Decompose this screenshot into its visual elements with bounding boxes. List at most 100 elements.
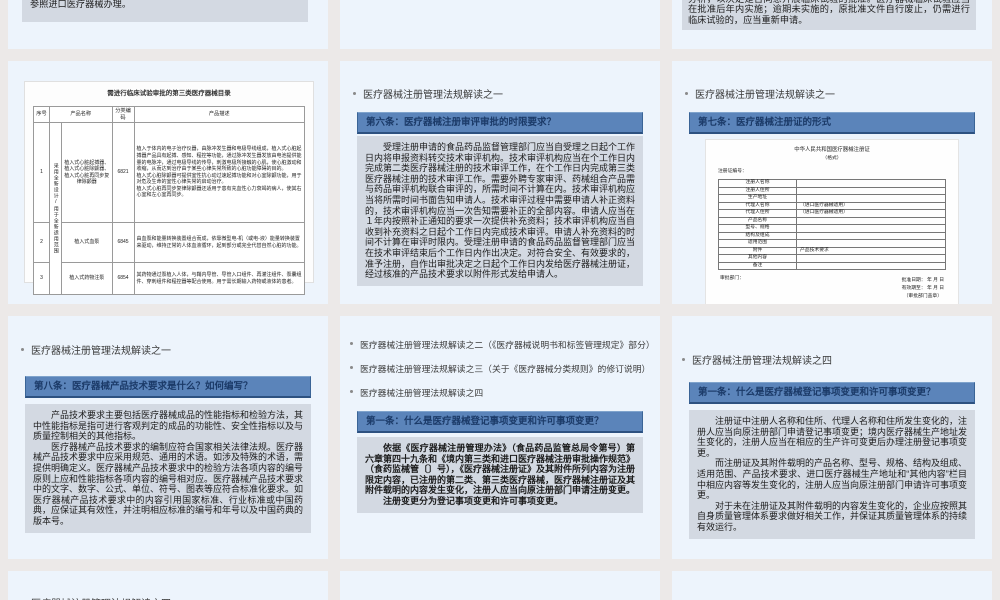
col-header-name: 产品名称 [49,105,113,124]
cell-name: 植入式药物注泵 [61,262,113,296]
slide-12-partial [672,571,992,600]
form-value [796,254,946,263]
certificate-table: 注册人名称 注册人住所 生产地址 代理人名称 （进口医疗器械适用） 代理人住所 （进… [718,179,946,270]
form-value [796,231,946,240]
form-value: 产品技术要求 [796,246,946,255]
body-paragraph: 受理注册申请的食品药品监督管理部门应当自受理之日起个工作日内将申报资料转交技术审… [365,142,636,280]
body-box: 产品技术要求主要包括医疗器械成品的性能指标和检验方法，其中性能指标是指可进行客观… [25,404,311,533]
col-header-desc: 产品描述 [133,105,305,124]
form-value [796,224,946,233]
slide-3-partial: 分析，以决定是否同意开展临床试验的批准。医疗器械临床试验应当在批准后年内实施；逾… [672,0,992,49]
bullet-icon [350,342,353,345]
form-label: 结构及组成 [718,231,797,240]
form-row: 代理人住所 （进口医疗器械适用） [718,209,946,218]
form-row: 结构及组成 [718,231,946,240]
body-box: 参照进口医疗器械办理。 [22,0,308,22]
certificate-number-label: 注册证编号： [718,169,747,174]
section-header-bar: 第一条：什么是医疗器械登记事项变更和许可事项变更？ [357,411,643,433]
form-label: 代理人住所 [718,209,797,218]
slide-title: 医疗器械注册管理法规解读之一 [685,86,992,101]
bullet-icon [682,358,685,361]
certificate-dates: 批准日期： 年 月 日 有效期至： 年 月 日 （审批部门盖章） [902,276,944,300]
form-row: 适用范围 [718,239,946,248]
section-header-text: 第一条：什么是医疗器械登记事项变更和许可事项变更？ [366,416,604,427]
body-paragraph: 分析，以决定是否同意开展临床试验的批准。医疗器械临床试验应当在批准后年内实施；逾… [688,0,970,26]
bullet-icon [21,348,24,351]
certificate-footer: 审批部门： 批准日期： 年 月 日 有效期至： 年 月 日 （审批部门盖章） [718,276,946,300]
form-label: 生产地址 [718,194,797,203]
cell-desc: 其药物通过泵植入人体，与鞘内导管、导管入口组件、再灌注组件、泵囊组件、穿刺组件和… [133,262,305,296]
form-value [796,261,946,270]
slide-grid: 参照进口医疗器械办理。 分析，以决定是否同意开展临床试验的批准。医疗器械临床试验… [8,0,992,600]
cell-code: 6854 [111,262,135,296]
form-value [796,216,946,225]
form-row: 代理人名称 （进口医疗器械适用） [718,201,946,210]
form-value [796,186,946,195]
catalog-title: 需进行临床试验审批的第三类医疗器械目录 [107,90,231,97]
form-row: 型号、规格 [718,224,946,233]
body-paragraph: 注册证中注册人名称和住所、代理人名称和住所发生变化的，注册人应当向原注册部门申请… [697,416,968,458]
form-label: 注册人住所 [718,186,797,195]
cell-name: 植入式血泵 [61,222,113,264]
cell-desc: 由血泵和能量转换装置组合而成，依靠微型电-机（或电-液）能量转换装置来驱动，维持… [133,222,305,264]
form-label: 附件 [718,246,797,255]
form-value: （进口医疗器械适用） [796,201,946,210]
section-header-text: 第七条：医疗器械注册证的形式 [698,117,832,128]
form-row: 其他内容 [718,254,946,263]
table-row: 1 采用全新设计/用于全新适用范围 植入式心脏起搏器、植入式心脏除颤器、植入式心… [33,122,305,296]
form-row: 附件 产品技术要求 [718,246,946,255]
bullet-icon [685,92,688,95]
form-row: 备注 [718,261,946,270]
slide-title: 医疗器械注册管理法规解读之二（《医疗器械说明书和标签管理规定》部分） [350,338,660,351]
body-paragraph: 医疗器械产品技术要求的编制应符合国家相关法律法规。医疗器械产品技术要求中应采用规… [33,441,304,526]
cell-group: 采用全新设计/用于全新适用范围 [49,122,62,296]
form-label: 代理人名称 [718,201,797,210]
certificate-title: 中华人民共和国医疗器械注册证 [794,147,870,153]
cell-no: 1 [33,122,50,224]
section-header-text: 第一条：什么是医疗器械登记事项变更和许可事项变更？ [698,387,936,398]
form-label: 其他内容 [718,254,797,263]
certificate-form: 中华人民共和国医疗器械注册证 （格式） 注册证编号： 注册人名称 注册人住所 生… [705,139,959,304]
body-box: 分析，以决定是否同意开展临床试验的批准。医疗器械临床试验应当在批准后年内实施；逾… [682,0,976,30]
cell-code: 6845 [111,222,135,264]
catalog-table: 序号 产品名称 分类编码 产品描述 1 采用全新设计/用于全新适用范围 植入式心… [33,105,305,296]
body-paragraph: 产品技术要求主要包括医疗器械成品的性能指标和检验方法，其中性能指标是指可进行客观… [33,410,304,442]
body-paragraph: 参照进口医疗器械办理。 [30,0,132,10]
cell-no: 3 [33,262,50,296]
body-box: 注册证中注册人名称和住所、代理人名称和住所发生变化的，注册人应当向原注册部门申请… [689,410,975,539]
slide-title-text: 医疗器械注册管理法规解读之一 [695,90,835,101]
body-paragraph: 依据《医疗器械注册管理办法》（食品药品监管总局令第号）第六章第四十九条和《境内第… [365,443,636,496]
table-row: 2 植入式血泵 6845 由血泵和能量转换装置组合而成，依靠微型电-机（或电-液… [33,222,305,264]
approval-date: 批准日期： 年 月 日 [901,278,944,283]
approval-dept-label: 审批部门： [720,276,744,281]
form-value [796,194,946,203]
form-value [796,239,946,248]
stamp-note: （审批部门盖章） [903,294,942,299]
slide-article-8: 医疗器械注册管理法规解读之一 第八条：医疗器械产品技术要求是什么？如何编写？ 产… [8,316,328,559]
slide-10-partial: 医疗器械注册管理法规解读之四 [8,571,328,600]
certificate-subtitle: （格式） [822,156,842,161]
slide-2-partial [340,0,660,49]
slide-11-partial [340,571,660,600]
slide-title: 医疗器械注册管理法规解读之四 [350,386,660,399]
slide-title-text: 医疗器械注册管理法规解读之四 [692,356,832,367]
slide-title: 医疗器械注册管理法规解读之四 [682,352,992,367]
table-header-row: 序号 产品名称 分类编码 产品描述 [33,105,305,124]
form-value: （进口医疗器械适用） [796,209,946,218]
form-row: 生产地址 [718,194,946,203]
form-label: 型号、规格 [718,224,797,233]
form-label: 产品名称 [718,216,797,225]
cell-code: 6821 [111,122,135,224]
form-value [796,179,946,188]
expiry-date: 有效期至： 年 月 日 [901,286,944,291]
slide-title: 医疗器械注册管理法规解读之一 [21,342,328,357]
slide-catalog-table: 需进行临床试验审批的第三类医疗器械目录 序号 产品名称 分类编码 产品描述 1 … [8,61,328,304]
cell-name: 植入式心脏起搏器、植入式心脏除颤器、植入式心脏再同步复律除颤器 [61,122,113,224]
embedded-document: 需进行临床试验审批的第三类医疗器械目录 序号 产品名称 分类编码 产品描述 1 … [24,81,314,296]
col-header-no: 序号 [33,105,50,124]
form-label: 注册人名称 [718,179,797,188]
body-box: 依据《医疗器械注册管理办法》（食品药品监管总局令第号）第六章第四十九条和《境内第… [357,437,643,513]
bullet-icon [350,390,353,393]
slide-article-7-certificate: 医疗器械注册管理法规解读之一 第七条：医疗器械注册证的形式 中华人民共和国医疗器… [672,61,992,304]
slide-part-4-article-1-detail: 医疗器械注册管理法规解读之四 第一条：什么是医疗器械登记事项变更和许可事项变更？… [672,316,992,559]
